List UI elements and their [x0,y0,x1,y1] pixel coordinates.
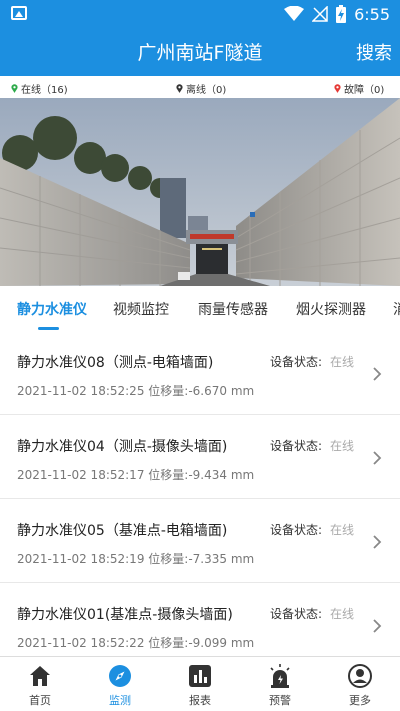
device-datetime: 2021-11-02 18:52:25 [17,384,145,398]
chart-icon [189,665,211,687]
location-pin-icon [176,84,183,93]
tab-more-partial[interactable]: 消 [393,299,400,319]
nav-monitor-label: 监测 [109,694,131,707]
user-icon [348,664,372,688]
search-button[interactable]: 搜索 [356,39,392,65]
tunnel-photo [0,98,400,286]
location-pin-icon [11,84,18,93]
list-item[interactable]: 静力水准仪08（测点-电箱墙面) 2021-11-02 18:52:25 位移量… [0,332,400,415]
displacement-label: 位移量: [148,384,189,398]
list-item[interactable]: 静力水准仪05（基准点-电箱墙面) 2021-11-02 18:52:19 位移… [0,500,400,583]
wifi-icon [284,6,305,21]
displacement-label: 位移量: [148,552,189,566]
category-tabs: 静力水准仪 视频监控 雨量传感器 烟火探测器 消 [0,286,400,332]
nav-home[interactable]: 首页 [0,657,80,711]
nav-home-label: 首页 [29,694,51,707]
tab-fire-detector[interactable]: 烟火探测器 [296,299,366,319]
nav-report-label: 报表 [189,694,211,707]
displacement-value: -9.099 mm [188,636,255,650]
device-name: 静力水准仪04（测点-摄像头墙面) [17,439,228,455]
tab-hydrostatic-level[interactable]: 静力水准仪 [17,299,87,319]
displacement-value: -9.434 mm [188,468,255,482]
legend-offline: 离线（0) [176,81,226,96]
battery-icon [336,5,347,23]
nav-report[interactable]: 报表 [160,657,240,711]
chevron-right-icon [373,367,382,381]
displacement-value: -7.335 mm [188,552,255,566]
legend-offline-label: 离线（0) [186,85,227,96]
device-datetime: 2021-11-02 18:52:22 [17,636,145,650]
device-datetime: 2021-11-02 18:52:17 [17,468,145,482]
device-reading: 2021-11-02 18:52:19 位移量:-7.335 mm [17,550,254,567]
displacement-label: 位移量: [148,468,189,482]
legend-fault: 故障（0) [334,81,384,96]
status-value: 在线 [330,607,355,621]
chevron-right-icon [373,619,382,633]
status-value: 在线 [330,355,355,369]
alarm-icon [270,664,290,688]
list-item[interactable]: 静力水准仪01(基准点-摄像头墙面) 2021-11-02 18:52:22 位… [0,584,400,667]
tab-indicator [38,327,59,330]
status-value: 在线 [330,523,355,537]
status-icons: 6:55 [284,2,390,26]
device-name: 静力水准仪05（基准点-电箱墙面) [17,523,228,539]
home-icon [30,666,50,686]
displacement-label: 位移量: [148,636,189,650]
status-label: 设备状态: [270,607,323,621]
app-bar: 广州南站F隧道 搜索 [0,28,400,76]
gallery-icon [11,6,27,20]
device-reading: 2021-11-02 18:52:25 位移量:-6.670 mm [17,382,254,399]
legend-online: 在线（16) [11,81,68,96]
location-pin-icon [334,84,341,93]
compass-icon [109,665,131,687]
device-name: 静力水准仪01(基准点-摄像头墙面) [17,607,233,623]
page-title: 广州南站F隧道 [137,42,263,64]
displacement-value: -6.670 mm [188,384,255,398]
device-datetime: 2021-11-02 18:52:19 [17,552,145,566]
legend-online-label: 在线（16) [21,85,68,96]
list-item[interactable]: 静力水准仪04（测点-摄像头墙面) 2021-11-02 18:52:17 位移… [0,416,400,499]
tab-video-monitor[interactable]: 视频监控 [113,299,169,319]
nav-alarm[interactable]: 预警 [240,657,320,711]
status-label: 设备状态: [270,355,323,369]
nav-alarm-label: 预警 [269,694,291,707]
status-bar: 6:55 [0,0,400,28]
bottom-navigation: 首页 监测 报表 预警 更多 [0,656,400,711]
nav-monitor[interactable]: 监测 [80,657,160,711]
status-label: 设备状态: [270,439,323,453]
tab-rain-sensor[interactable]: 雨量传感器 [198,299,268,319]
device-reading: 2021-11-02 18:52:17 位移量:-9.434 mm [17,466,254,483]
status-label: 设备状态: [270,523,323,537]
device-name: 静力水准仪08（测点-电箱墙面) [17,355,214,371]
chevron-right-icon [373,451,382,465]
status-legend: 在线（16) 离线（0) 故障（0) [0,76,400,98]
status-value: 在线 [330,439,355,453]
chevron-right-icon [373,535,382,549]
nav-more-label: 更多 [349,694,371,707]
nav-more[interactable]: 更多 [320,657,400,711]
device-reading: 2021-11-02 18:52:22 位移量:-9.099 mm [17,634,254,651]
clock: 6:55 [354,4,390,24]
no-signal-icon [312,6,328,22]
legend-fault-label: 故障（0) [344,85,385,96]
